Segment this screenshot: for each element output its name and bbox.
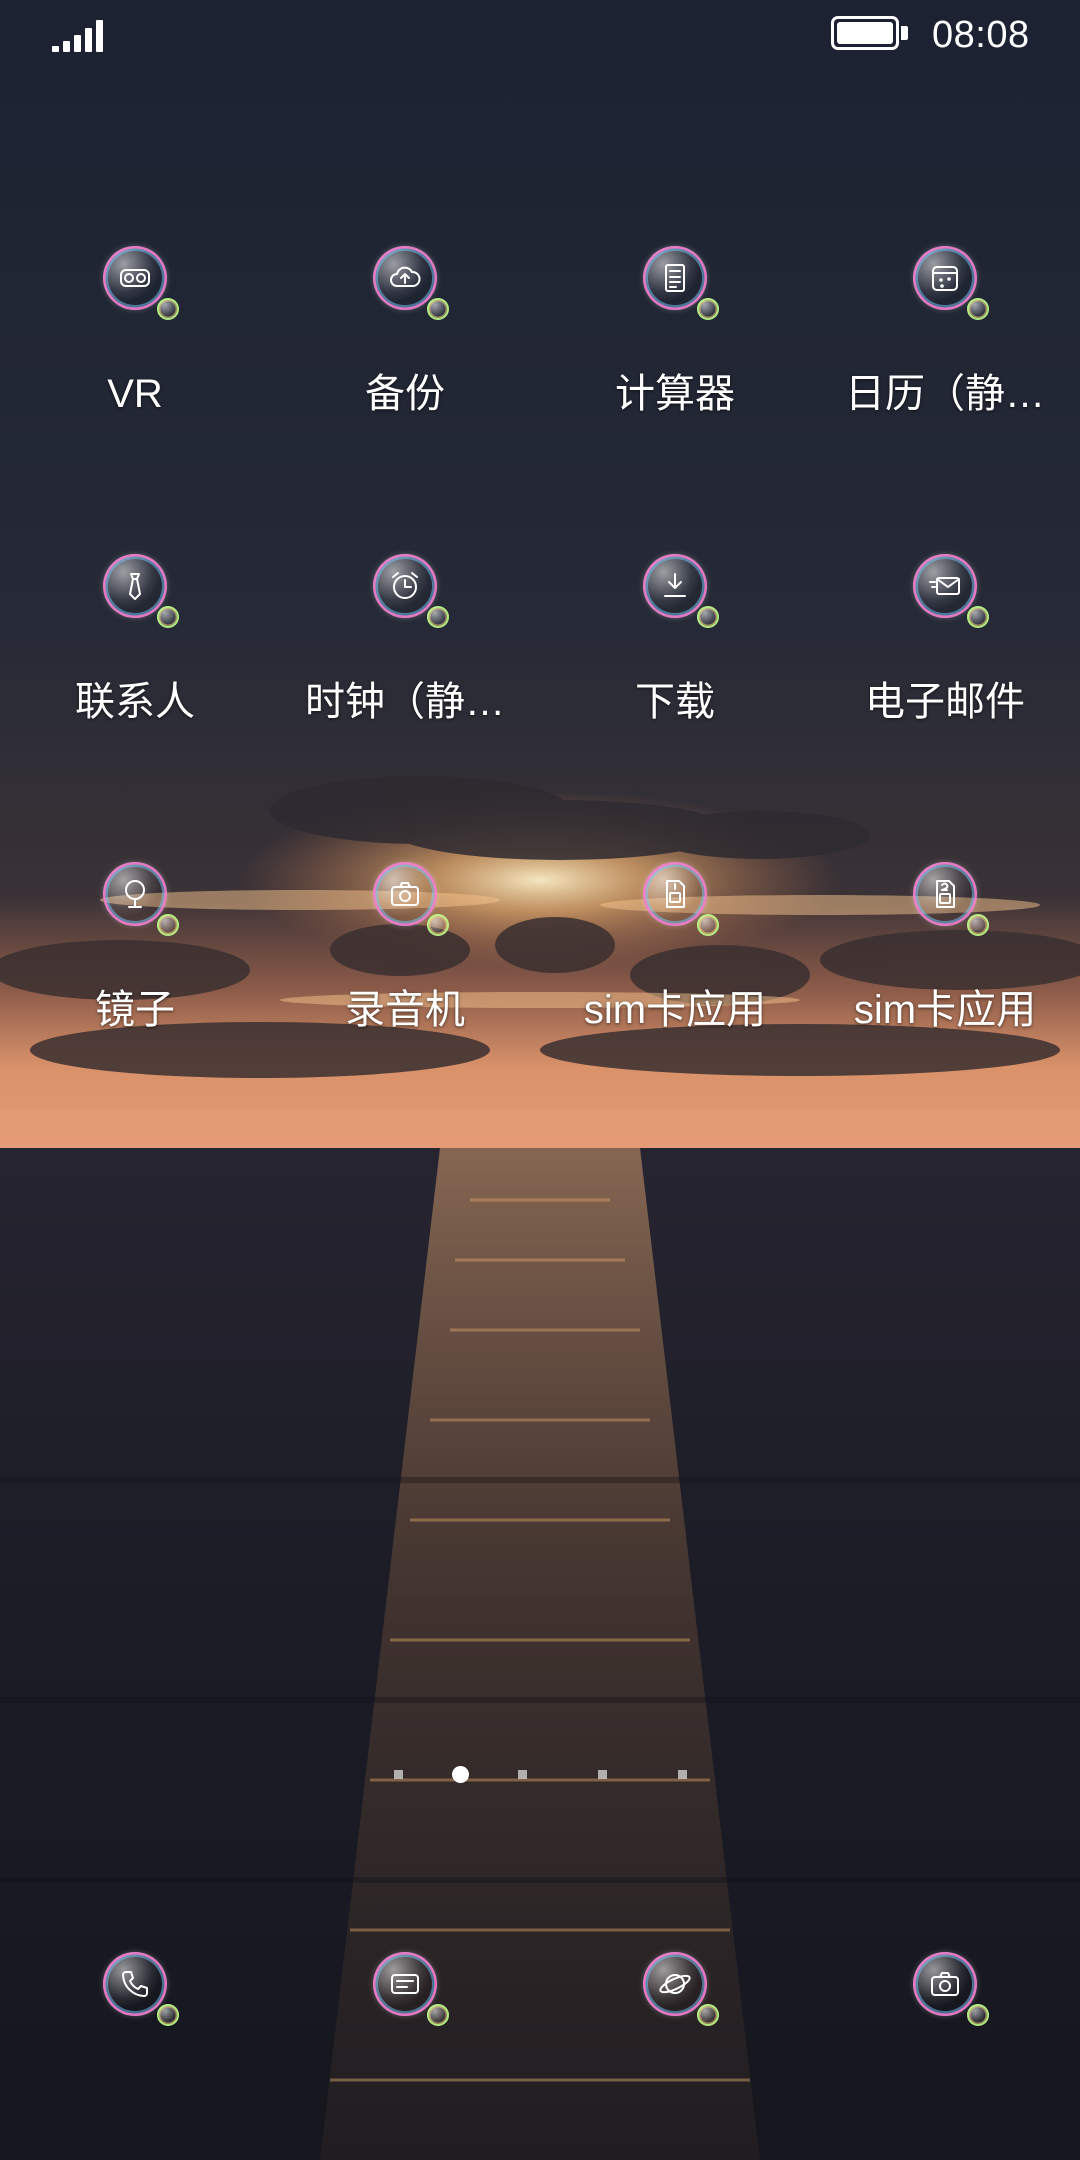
- calendar-icon: [932, 266, 958, 291]
- mini-bubble-decoration: [427, 298, 449, 320]
- dock-app-phone[interactable]: [0, 1938, 270, 2048]
- app-icon[interactable]: 时钟（静…: [270, 540, 540, 740]
- contacts-tie-icon: [129, 573, 141, 600]
- app-icon[interactable]: 下载: [540, 540, 810, 740]
- app-bubble: [913, 1952, 989, 2026]
- mini-bubble-decoration: [427, 914, 449, 936]
- app-bubble: [643, 246, 719, 320]
- email-icon: [929, 577, 960, 595]
- app-icon[interactable]: 镜子: [0, 848, 270, 1048]
- mini-bubble-decoration: [697, 914, 719, 936]
- page-dot[interactable]: [678, 1770, 687, 1779]
- app-label: 下载: [635, 680, 715, 724]
- mini-bubble-decoration: [697, 298, 719, 320]
- calculator-icon: [665, 264, 685, 292]
- page-dot[interactable]: [518, 1770, 527, 1779]
- app-label: 计算器: [615, 372, 735, 416]
- sim-card-1-icon: [666, 880, 685, 908]
- app-bubble: [643, 862, 719, 936]
- vr-headset-icon: [120, 269, 150, 287]
- dock-app-messages[interactable]: [270, 1938, 540, 2048]
- app-bubble: [913, 554, 989, 628]
- dock-app-camera[interactable]: [810, 1938, 1080, 2048]
- app-icon[interactable]: sim卡应用: [810, 848, 1080, 1048]
- app-label: 录音机: [345, 988, 465, 1032]
- browser-planet-icon: [659, 1974, 691, 1994]
- app-icon[interactable]: 日历（静…: [810, 232, 1080, 432]
- message-icon: [391, 1974, 419, 1994]
- app-icon[interactable]: sim卡应用: [540, 848, 810, 1048]
- app-label: sim卡应用: [583, 988, 767, 1032]
- app-label: 电子邮件: [865, 680, 1025, 724]
- status-bar: 08:08: [0, 0, 1080, 74]
- status-clock: 08:08: [932, 14, 1030, 56]
- mini-bubble-decoration: [967, 914, 989, 936]
- mini-bubble-decoration: [427, 606, 449, 628]
- app-label: 镜子: [95, 988, 175, 1032]
- mini-bubble-decoration: [967, 298, 989, 320]
- app-bubble: [643, 1952, 719, 2026]
- app-bubble: [373, 1952, 449, 2026]
- page-dot[interactable]: [598, 1770, 607, 1779]
- app-icon[interactable]: 联系人: [0, 540, 270, 740]
- app-bubble: [913, 246, 989, 320]
- app-icon[interactable]: 备份: [270, 232, 540, 432]
- mini-bubble-decoration: [157, 2004, 179, 2026]
- app-label: 联系人: [75, 680, 195, 724]
- app-bubble: [103, 1952, 179, 2026]
- app-bubble: [103, 246, 179, 320]
- app-icon[interactable]: VR: [0, 232, 270, 432]
- mini-bubble-decoration: [427, 2004, 449, 2026]
- mini-bubble-decoration: [967, 2004, 989, 2026]
- app-bubble: [913, 862, 989, 936]
- app-icon[interactable]: 计算器: [540, 232, 810, 432]
- app-icon[interactable]: 录音机: [270, 848, 540, 1048]
- mini-bubble-decoration: [967, 606, 989, 628]
- sim-card-2-icon: [936, 880, 955, 908]
- app-bubble: [373, 554, 449, 628]
- camera-icon: [391, 882, 419, 906]
- camera-icon: [931, 1972, 959, 1996]
- phone-icon: [122, 1971, 148, 1997]
- mini-bubble-decoration: [697, 2004, 719, 2026]
- app-label: 备份: [365, 372, 445, 416]
- dock-app-browser[interactable]: [540, 1938, 810, 2048]
- page-indicator[interactable]: [0, 1760, 1080, 1790]
- app-bubble: [373, 862, 449, 936]
- app-icon[interactable]: 电子邮件: [810, 540, 1080, 740]
- download-icon: [664, 573, 686, 597]
- app-label: VR: [107, 372, 163, 416]
- page-dot[interactable]: [394, 1770, 403, 1779]
- app-label: 时钟（静…: [305, 680, 505, 724]
- dock: [0, 1938, 1080, 2048]
- signal-bars-icon: [52, 18, 112, 52]
- app-label: sim卡应用: [853, 988, 1037, 1032]
- mini-bubble-decoration: [157, 298, 179, 320]
- app-label: 日历（静…: [845, 372, 1045, 416]
- mini-bubble-decoration: [697, 606, 719, 628]
- cloud-upload-icon: [390, 266, 421, 287]
- battery-full-icon: [831, 16, 911, 54]
- mirror-icon: [125, 880, 145, 908]
- app-bubble: [643, 554, 719, 628]
- app-bubble: [103, 554, 179, 628]
- mini-bubble-decoration: [157, 606, 179, 628]
- page-dot-active[interactable]: [452, 1766, 469, 1783]
- app-bubble: [373, 246, 449, 320]
- mini-bubble-decoration: [157, 914, 179, 936]
- app-bubble: [103, 862, 179, 936]
- alarm-clock-icon: [392, 572, 418, 599]
